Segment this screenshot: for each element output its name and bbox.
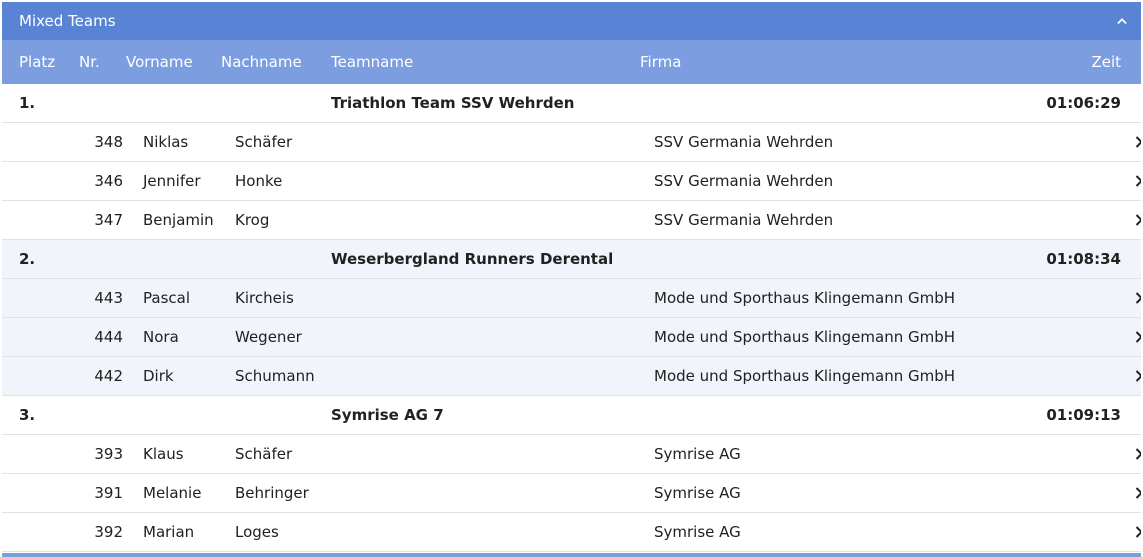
column-header-nachname[interactable]: Nachname [204, 53, 314, 71]
member-row[interactable]: 346 Jennifer Honke SSV Germania Wehrden [2, 162, 1141, 201]
column-header-firma[interactable]: Firma [623, 53, 1013, 71]
member-vorname: Marian [143, 523, 195, 541]
member-row[interactable]: 348 Niklas Schäfer SSV Germania Wehrden [2, 123, 1141, 162]
member-nachname: Schumann [235, 367, 315, 385]
team-platz: 2. [19, 250, 36, 268]
member-firma: Symrise AG [654, 445, 741, 463]
team-zeit: 01:06:29 [1046, 94, 1121, 112]
member-arrow-cell [1135, 448, 1141, 460]
member-nachname: Krog [235, 211, 270, 229]
member-nachname: Schäfer [235, 445, 293, 463]
chevron-right-icon[interactable] [1135, 370, 1141, 382]
member-row[interactable]: 443 Pascal Kircheis Mode und Sporthaus Klin… [2, 279, 1141, 318]
member-vorname: Niklas [143, 133, 189, 151]
member-nr: 392 [94, 523, 123, 541]
member-firma: Mode und Sporthaus Klingemann GmbH [654, 328, 956, 346]
member-row[interactable]: 391 Melanie Behringer Symrise AG [2, 474, 1141, 513]
member-nachname: Kircheis [235, 289, 294, 307]
team-zeit: 01:09:13 [1046, 406, 1121, 424]
chevron-right-icon[interactable] [1135, 487, 1141, 499]
member-vorname: Benjamin [143, 211, 214, 229]
column-header-zeit[interactable]: Zeit [1013, 53, 1121, 71]
team-name: Symrise AG 7 [331, 406, 444, 424]
chevron-right-icon[interactable] [1135, 292, 1141, 304]
member-arrow-cell [1135, 487, 1141, 499]
column-header-platz[interactable]: Platz [2, 53, 62, 71]
team-name: Triathlon Team SSV Wehrden [331, 94, 575, 112]
member-firma: SSV Germania Wehrden [654, 211, 834, 229]
column-header-row: Platz Nr. Vorname Nachname Teamname Firm… [2, 40, 1141, 84]
team-platz: 1. [19, 94, 36, 112]
member-nr: 346 [94, 172, 123, 190]
member-vorname: Jennifer [143, 172, 201, 190]
column-header-nr[interactable]: Nr. [62, 53, 109, 71]
member-arrow-cell [1135, 175, 1141, 187]
member-nr: 443 [94, 289, 123, 307]
chevron-right-icon[interactable] [1135, 526, 1141, 538]
member-row[interactable]: 444 Nora Wegener Mode und Sporthaus Klingem… [2, 318, 1141, 357]
member-arrow-cell [1135, 331, 1141, 343]
member-vorname: Pascal [143, 289, 190, 307]
member-arrow-cell [1135, 136, 1141, 148]
member-firma: Mode und Sporthaus Klingemann GmbH [654, 367, 956, 385]
member-nr: 442 [94, 367, 123, 385]
member-arrow-cell [1135, 370, 1141, 382]
chevron-right-icon[interactable] [1135, 175, 1141, 187]
member-row[interactable]: 347 Benjamin Krog SSV Germania Wehrden [2, 201, 1141, 240]
member-arrow-cell [1135, 526, 1141, 538]
chevron-right-icon[interactable] [1135, 136, 1141, 148]
member-nr: 348 [94, 133, 123, 151]
team-row: 3. Symrise AG 7 01:09:13 [2, 396, 1141, 435]
panel-header[interactable]: Mixed Teams [2, 2, 1141, 40]
member-arrow-cell [1135, 292, 1141, 304]
member-arrow-cell [1135, 214, 1141, 226]
member-vorname: Dirk [143, 367, 174, 385]
column-header-vorname[interactable]: Vorname [109, 53, 204, 71]
member-row[interactable]: 392 Marian Loges Symrise AG [2, 513, 1141, 552]
panel-title: Mixed Teams [19, 12, 116, 30]
member-nr: 393 [94, 445, 123, 463]
chevron-right-icon[interactable] [1135, 214, 1141, 226]
team-zeit: 01:08:34 [1046, 250, 1121, 268]
team-name: Weserbergland Runners Derental [331, 250, 614, 268]
team-platz: 3. [19, 406, 36, 424]
member-vorname: Melanie [143, 484, 202, 502]
results-panel: Mixed Teams Platz Nr. Vorname Nachname T… [2, 2, 1141, 557]
member-firma: Symrise AG [654, 484, 741, 502]
chevron-right-icon[interactable] [1135, 331, 1141, 343]
column-header-teamname[interactable]: Teamname [314, 53, 623, 71]
member-nachname: Schäfer [235, 133, 293, 151]
member-firma: Mode und Sporthaus Klingemann GmbH [654, 289, 956, 307]
team-row: 1. Triathlon Team SSV Wehrden 01:06:29 [2, 84, 1141, 123]
member-nachname: Behringer [235, 484, 309, 502]
member-firma: SSV Germania Wehrden [654, 172, 834, 190]
results-table-body: 1. Triathlon Team SSV Wehrden 01:06:29 348 N… [2, 84, 1141, 552]
member-vorname: Klaus [143, 445, 184, 463]
member-nachname: Loges [235, 523, 279, 541]
team-row: 2. Weserbergland Runners Derental 01:08:34 [2, 240, 1141, 279]
member-nr: 391 [94, 484, 123, 502]
member-nr: 347 [94, 211, 123, 229]
member-row[interactable]: 442 Dirk Schumann Mode und Sporthaus Klinge… [2, 357, 1141, 396]
member-nachname: Wegener [235, 328, 302, 346]
chevron-right-icon[interactable] [1135, 448, 1141, 460]
member-firma: SSV Germania Wehrden [654, 133, 834, 151]
member-firma: Symrise AG [654, 523, 741, 541]
member-vorname: Nora [143, 328, 179, 346]
chevron-up-icon[interactable] [1117, 16, 1127, 26]
member-nr: 444 [94, 328, 123, 346]
member-nachname: Honke [235, 172, 283, 190]
member-row[interactable]: 393 Klaus Schäfer Symrise AG [2, 435, 1141, 474]
